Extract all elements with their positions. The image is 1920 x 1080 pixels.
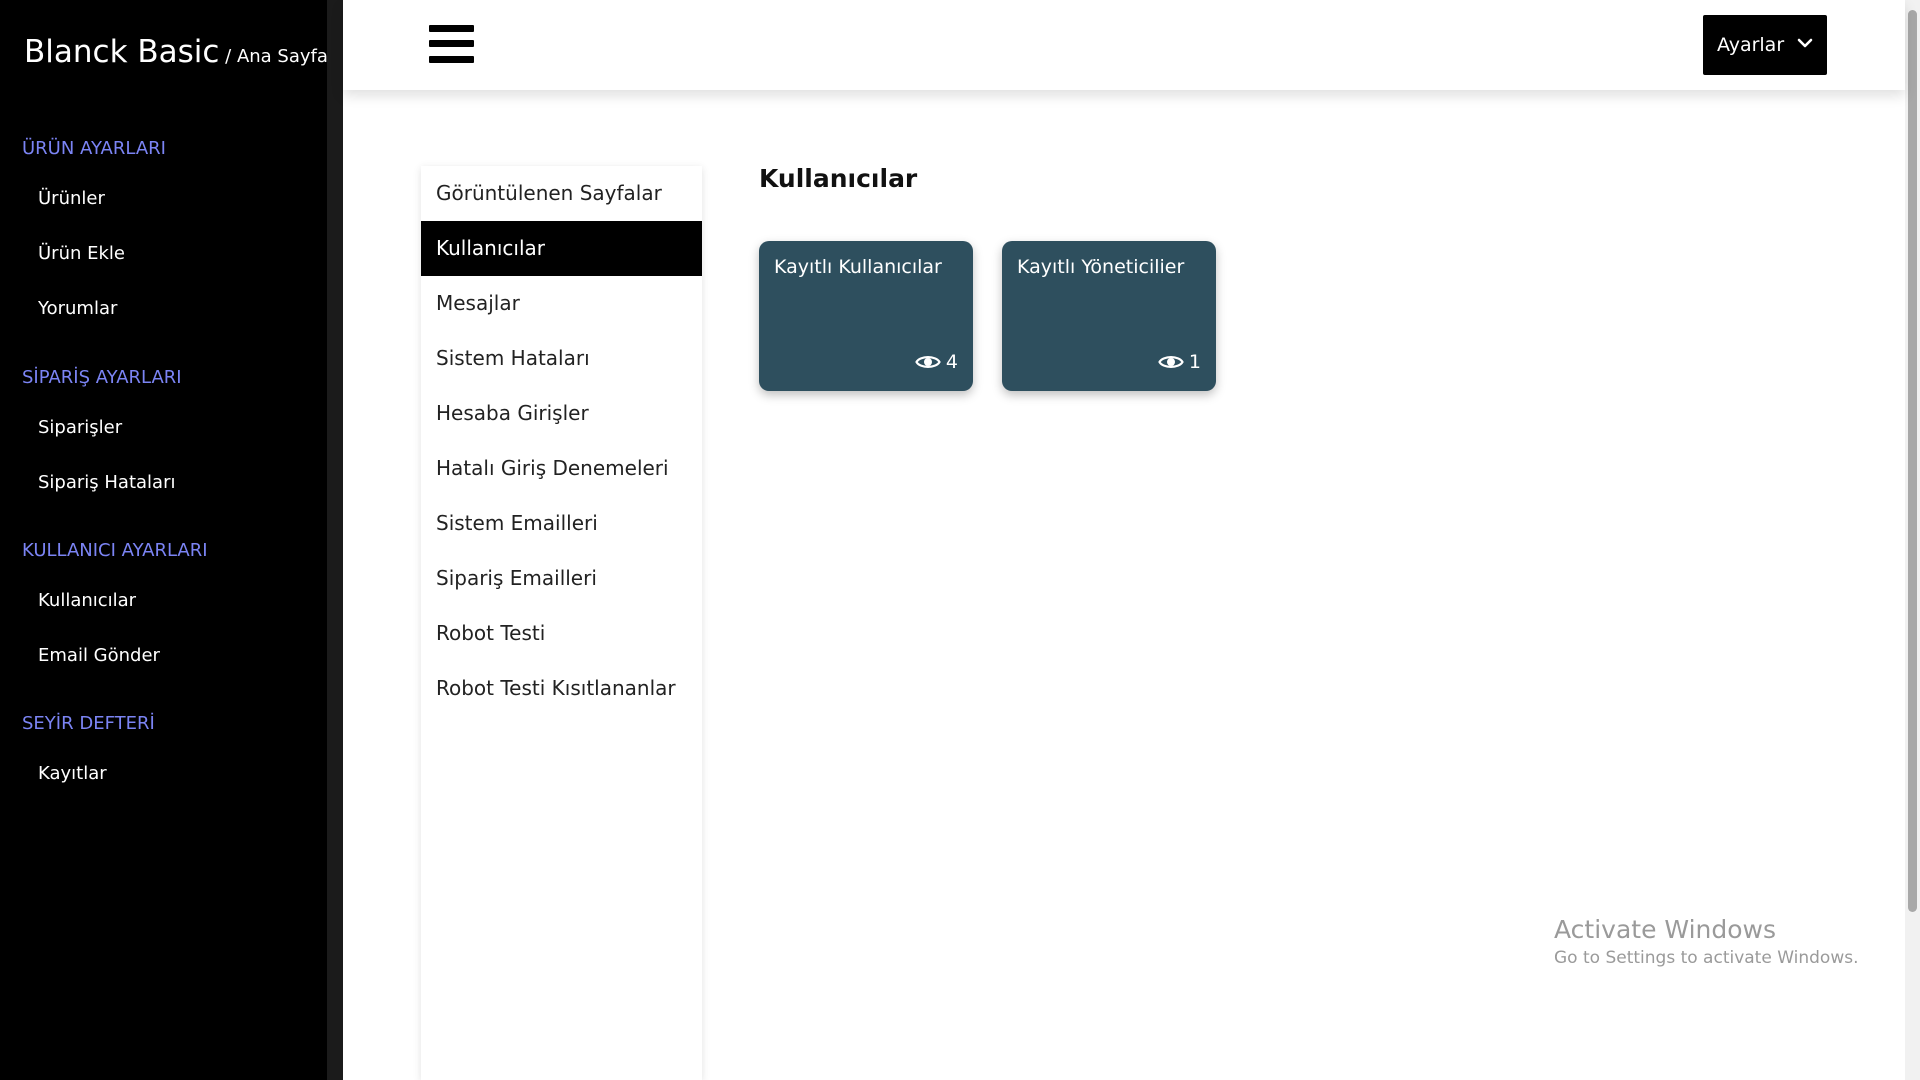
scrollbar-thumb[interactable] (1908, 10, 1917, 912)
watermark-title: Activate Windows (1554, 915, 1776, 944)
submenu-item-hesaba-girisler[interactable]: Hesaba Girişler (421, 386, 702, 441)
activate-windows-watermark: Activate Windows Go to Settings to activ… (1554, 915, 1859, 968)
stat-card-registered-admins[interactable]: Kayıtlı Yöneticilier 1 (1002, 241, 1216, 391)
card-label: Kayıtlı Kullanıcılar (774, 256, 942, 278)
eye-icon (915, 356, 941, 368)
submenu-item-sistem-hatalari[interactable]: Sistem Hataları (421, 331, 702, 386)
card-count: 1 (1158, 351, 1201, 373)
submenu-item-hatali-giris-denemeleri[interactable]: Hatalı Giriş Denemeleri (421, 441, 702, 496)
sidebar-item-kayitlar[interactable]: Kayıtlar (38, 763, 107, 784)
top-header: Ayarlar (343, 0, 1905, 90)
sidebar-edge (327, 0, 343, 1080)
stat-card-registered-users[interactable]: Kayıtlı Kullanıcılar 4 (759, 241, 973, 391)
section-siparis-ayarlari: SİPARİŞ AYARLARI (22, 367, 182, 388)
section-seyir-defteri: SEYİR DEFTERİ (22, 713, 155, 734)
card-label: Kayıtlı Yöneticilier (1017, 256, 1185, 278)
sidebar-item-kullanicilar[interactable]: Kullanıcılar (38, 590, 136, 611)
submenu-item-kullanicilar[interactable]: Kullanıcılar (421, 221, 702, 276)
settings-label: Ayarlar (1717, 34, 1785, 56)
breadcrumb: / Ana Sayfa (219, 46, 328, 67)
submenu-panel: Görüntülenen Sayfalar Kullanıcılar Mesaj… (421, 166, 702, 1080)
submenu-item-mesajlar[interactable]: Mesajlar (421, 276, 702, 331)
section-urun-ayarlari: ÜRÜN AYARLARI (22, 138, 166, 159)
submenu-item-robot-testi-kisitlananlar[interactable]: Robot Testi Kısıtlananlar (421, 661, 702, 716)
submenu-item-robot-testi[interactable]: Robot Testi (421, 606, 702, 661)
submenu-item-goruntulenen-sayfalar[interactable]: Görüntülenen Sayfalar (421, 166, 702, 221)
sidebar-item-siparis-hatalari[interactable]: Sipariş Hataları (38, 472, 175, 493)
sidebar-item-urun-ekle[interactable]: Ürün Ekle (38, 243, 125, 264)
chevron-down-icon (1797, 38, 1813, 48)
card-count: 4 (915, 351, 958, 373)
sidebar: Blanck Basic / Ana Sayfa ÜRÜN AYARLARI Ü… (0, 0, 343, 1080)
submenu-item-sistem-emailleri[interactable]: Sistem Emailleri (421, 496, 702, 551)
card-count-value: 1 (1188, 351, 1201, 373)
sidebar-item-siparisler[interactable]: Siparişler (38, 417, 122, 438)
card-count-value: 4 (945, 351, 958, 373)
vertical-scrollbar[interactable] (1905, 0, 1920, 1080)
settings-dropdown-button[interactable]: Ayarlar (1703, 15, 1827, 75)
watermark-subtitle: Go to Settings to activate Windows. (1554, 948, 1859, 968)
sidebar-item-email-gonder[interactable]: Email Gönder (38, 645, 160, 666)
page-title: Kullanıcılar (759, 164, 918, 193)
sidebar-item-urunler[interactable]: Ürünler (38, 188, 105, 209)
section-kullanici-ayarlari: KULLANICI AYARLARI (22, 540, 208, 561)
brand[interactable]: Blanck Basic / Ana Sayfa (24, 34, 328, 70)
submenu-item-siparis-emailleri[interactable]: Sipariş Emailleri (421, 551, 702, 606)
eye-icon (1158, 356, 1184, 368)
brand-title[interactable]: Blanck Basic (24, 34, 219, 70)
sidebar-item-yorumlar[interactable]: Yorumlar (38, 298, 117, 319)
hamburger-menu-icon[interactable] (429, 25, 474, 63)
